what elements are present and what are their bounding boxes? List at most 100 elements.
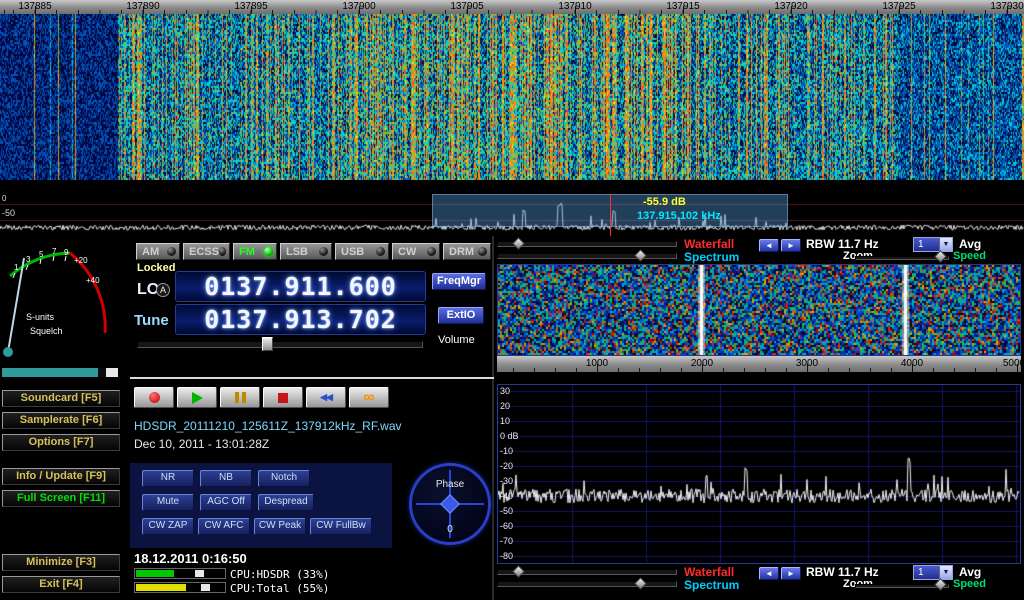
avg-select-value: 1	[914, 567, 939, 578]
freq-label: 137900	[329, 1, 389, 12]
mode-led-icon	[219, 247, 226, 256]
arrow-right-icon: ►	[787, 569, 795, 578]
zoom-frequency-ruler[interactable]: 1000 2000 3000 4000 5000	[497, 356, 1021, 372]
pause-button[interactable]	[220, 387, 260, 408]
s-meter[interactable]: 1 3 5 7 9 +20 +40 S-units Squelch	[0, 240, 112, 366]
meter-tick-label: +40	[86, 276, 100, 285]
zoom-in-button[interactable]: ►	[781, 239, 801, 252]
stop-button[interactable]	[263, 387, 303, 408]
waterfall-contrast-thumb[interactable]	[512, 237, 525, 250]
zoom-out-button-2[interactable]: ◄	[759, 567, 779, 580]
cpu-total-text: CPU:Total (55%)	[230, 582, 329, 595]
squelch-label: Squelch	[30, 326, 63, 336]
cw-afc-button[interactable]: CW AFC	[198, 518, 250, 535]
tune-frequency-display[interactable]: 0137.913.702	[175, 304, 426, 335]
cursor-freq-readout: 137.915.102 kHz	[637, 210, 721, 222]
mode-label: ECSS	[189, 246, 219, 258]
mode-button-usb[interactable]: USB	[335, 243, 389, 260]
spectrum-contrast-slider[interactable]	[497, 253, 677, 259]
soundcard-button[interactable]: Soundcard [F5]	[2, 390, 120, 407]
record-button[interactable]	[134, 387, 174, 408]
zoom-waterfall-display[interactable]	[498, 265, 1020, 355]
loop-button[interactable]: ∞	[349, 387, 389, 408]
db-scale-label: -50	[500, 506, 526, 516]
mode-button-lsb[interactable]: LSB	[280, 243, 332, 260]
agc-button[interactable]: AGC Off	[200, 494, 252, 511]
spectrum-display[interactable]	[498, 385, 1020, 563]
db-scale-label: -10	[500, 446, 526, 456]
exit-button[interactable]: Exit [F4]	[2, 576, 120, 593]
info-update-button[interactable]: Info / Update [F9]	[2, 468, 120, 485]
zoom-scale-label: 4000	[892, 358, 932, 369]
lo-a-badge[interactable]: A	[156, 283, 170, 297]
despread-button[interactable]: Despread	[258, 494, 314, 511]
frequency-ruler[interactable]: 137885 137890 137895 137900 137905 13791…	[0, 0, 1024, 14]
nr-button[interactable]: NR	[142, 470, 194, 487]
cpu-hdsdr-bar	[134, 568, 226, 579]
avg-select-2[interactable]: 1 ▼	[913, 565, 953, 580]
fullscreen-button[interactable]: Full Screen [F11]	[2, 490, 120, 507]
db-scale-label: -80	[500, 551, 526, 561]
mute-button[interactable]: Mute	[142, 494, 194, 511]
meter-units-label: S-units	[26, 312, 55, 322]
cw-zap-button[interactable]: CW ZAP	[142, 518, 194, 535]
volume-slider-track[interactable]	[137, 341, 423, 348]
spectrum-label: Spectrum	[684, 250, 739, 264]
loop-icon: ∞	[363, 391, 374, 405]
minimize-button[interactable]: Minimize [F3]	[2, 554, 120, 571]
mode-led-icon	[264, 247, 273, 256]
datetime-display: 18.12.2011 0:16:50	[134, 551, 247, 566]
spectrum-contrast-slider-2[interactable]	[497, 581, 677, 587]
cpu-hdsdr-fill	[136, 570, 174, 577]
cw-peak-button[interactable]: CW Peak	[254, 518, 306, 535]
spectrum-contrast-thumb[interactable]	[634, 249, 647, 262]
cw-fullbw-button[interactable]: CW FullBw	[310, 518, 372, 535]
mode-button-fm[interactable]: FM	[233, 243, 277, 260]
waterfall-label: Waterfall	[684, 237, 734, 251]
lo-frequency-display[interactable]: 0137.911.600	[175, 271, 426, 302]
spectrum-contrast-thumb-2[interactable]	[634, 577, 647, 590]
avg-select[interactable]: 1 ▼	[913, 237, 953, 252]
notch-button[interactable]: Notch	[258, 470, 310, 487]
volume-label: Volume	[438, 334, 475, 346]
mode-button-am[interactable]: AM	[136, 243, 180, 260]
recording-filename: HDSDR_20111210_125611Z_137912kHz_RF.wav	[134, 419, 402, 433]
nb-button[interactable]: NB	[200, 470, 252, 487]
zoom-in-button-2[interactable]: ►	[781, 567, 801, 580]
rbw-readout: RBW 11.7 Hz	[806, 237, 879, 251]
mode-button-drm[interactable]: DRM	[443, 243, 491, 260]
rewind-icon: ◀◀	[320, 392, 332, 403]
db-scale-label: -30	[500, 476, 526, 486]
meter-tick-label: 1	[14, 263, 19, 272]
options-button[interactable]: Options [F7]	[2, 434, 120, 451]
play-button[interactable]	[177, 387, 217, 408]
level-bar[interactable]	[2, 368, 118, 377]
mini-spectrum-strip[interactable]: 0 -50 -55.9 dB 137.915.102 kHz	[0, 194, 1024, 236]
meter-tick-label: 3	[26, 255, 31, 264]
mode-button-ecss[interactable]: ECSS	[183, 243, 230, 260]
freq-label: 137895	[221, 1, 281, 12]
waterfall-contrast-thumb-2[interactable]	[512, 565, 525, 578]
extio-button[interactable]: ExtIO	[438, 307, 484, 324]
level-bar-mark	[106, 368, 118, 377]
zoom-scale-label: 1000	[577, 358, 617, 369]
mode-button-cw[interactable]: CW	[392, 243, 440, 260]
zoom-out-button[interactable]: ◄	[759, 239, 779, 252]
level-bar-gap	[98, 368, 106, 377]
chevron-down-icon: ▼	[939, 238, 952, 251]
freqmgr-button[interactable]: FreqMgr	[432, 273, 486, 290]
db-scale-label: 0 dB	[500, 431, 526, 441]
freq-label: 137905	[437, 1, 497, 12]
mode-label: LSB	[286, 246, 308, 258]
rewind-button[interactable]: ◀◀	[306, 387, 346, 408]
phase-value: 0	[412, 524, 488, 535]
volume-slider-thumb[interactable]	[262, 337, 273, 351]
main-waterfall-display[interactable]	[0, 0, 1024, 180]
zoom-waterfall-frame	[497, 264, 1021, 356]
freq-label: 137885	[5, 1, 65, 12]
samplerate-button[interactable]: Samplerate [F6]	[2, 412, 120, 429]
stop-icon	[278, 393, 288, 403]
speed-slider-thumb[interactable]	[934, 250, 947, 263]
zoom-scale-label: 5000	[994, 358, 1024, 369]
speed-slider-thumb-2[interactable]	[934, 578, 947, 591]
